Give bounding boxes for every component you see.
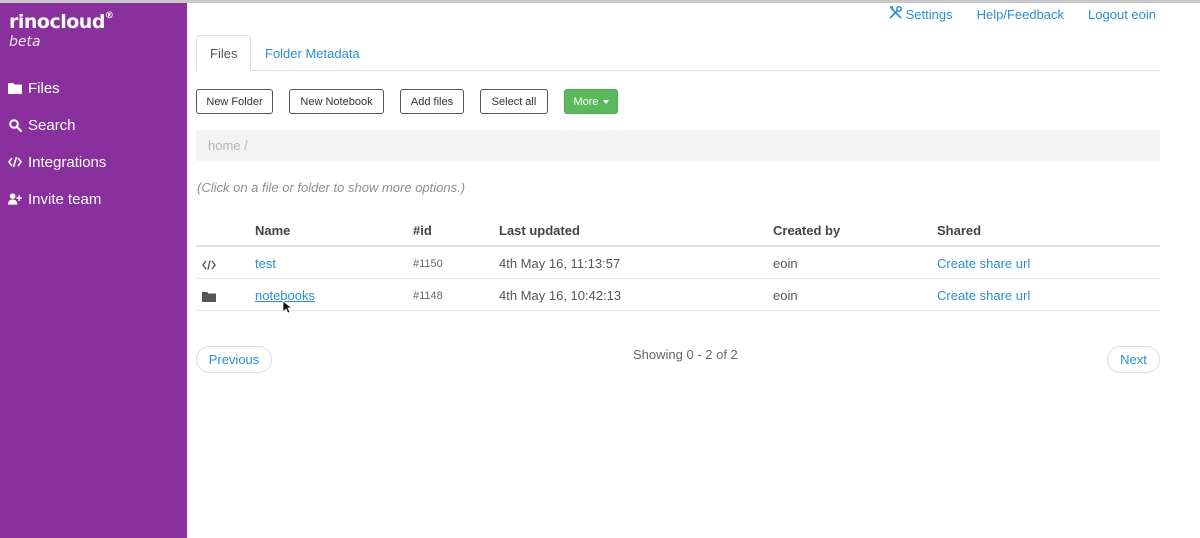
new-notebook-button[interactable]: New Notebook (289, 89, 384, 114)
code-icon (8, 155, 22, 169)
table-row[interactable]: test #1150 4th May 16, 11:13:57 eoin Cre… (196, 247, 1160, 279)
add-files-button[interactable]: Add files (400, 89, 464, 114)
more-dropdown-button[interactable]: More (564, 89, 618, 114)
table-row[interactable]: notebooks #1148 4th May 16, 10:42:13 eoi… (196, 279, 1160, 311)
code-icon (202, 257, 218, 270)
column-header-created-by[interactable]: Created by (773, 223, 840, 238)
tools-icon (888, 6, 902, 22)
sidebar-item-invite-team[interactable]: Invite team (8, 188, 101, 210)
settings-link[interactable]: Settings (888, 6, 953, 22)
column-header-shared[interactable]: Shared (937, 223, 981, 238)
table-header: Name #id Last updated Created by Shared (196, 215, 1160, 247)
folder-icon (202, 289, 218, 302)
select-all-button[interactable]: Select all (480, 89, 548, 114)
next-page-button[interactable]: Next (1107, 346, 1160, 373)
folder-icon (8, 81, 22, 95)
logo-text: rinocloud (9, 11, 105, 33)
help-feedback-link[interactable]: Help/Feedback (977, 6, 1064, 22)
file-last-updated: 4th May 16, 10:42:13 (499, 288, 622, 303)
logout-link[interactable]: Logout eoin (1088, 6, 1156, 22)
sidebar-item-integrations[interactable]: Integrations (8, 151, 106, 173)
create-share-url-link[interactable]: Create share url (937, 256, 1030, 271)
beta-label: beta (9, 34, 41, 50)
header-links: Settings Help/Feedback Logout eoin (888, 6, 1156, 22)
tab-bar: Files Folder Metadata (196, 35, 1160, 71)
sidebar-item-label: Integrations (28, 153, 107, 171)
mouse-cursor-icon (282, 300, 294, 319)
sidebar-item-label: Search (28, 116, 76, 134)
create-share-url-link[interactable]: Create share url (937, 288, 1030, 303)
search-icon (8, 118, 22, 132)
new-folder-button[interactable]: New Folder (196, 89, 273, 114)
file-id: #1150 (413, 258, 443, 270)
column-header-id[interactable]: #id (413, 223, 432, 238)
sidebar-item-search[interactable]: Search (8, 114, 76, 136)
settings-label: Settings (905, 6, 953, 22)
logo[interactable]: rinocloud® (9, 11, 114, 33)
breadcrumb: home / (196, 130, 1160, 161)
more-label: More (573, 95, 599, 108)
file-name-link[interactable]: test (255, 256, 276, 271)
column-header-last-updated[interactable]: Last updated (499, 223, 580, 238)
help-hint: (Click on a file or folder to show more … (197, 180, 466, 195)
file-created-by: eoin (773, 256, 798, 271)
file-created-by: eoin (773, 288, 798, 303)
sidebar-item-label: Files (28, 79, 60, 97)
tab-folder-metadata[interactable]: Folder Metadata (252, 35, 373, 71)
column-header-name[interactable]: Name (255, 223, 290, 238)
previous-page-button[interactable]: Previous (196, 346, 272, 373)
breadcrumb-home[interactable]: home / (208, 138, 248, 153)
add-user-icon (8, 192, 22, 206)
sidebar-item-files[interactable]: Files (8, 77, 60, 99)
caret-down-icon (602, 99, 609, 104)
tab-files[interactable]: Files (196, 35, 252, 71)
file-id: #1148 (413, 290, 443, 302)
pagination-status: Showing 0 - 2 of 2 (633, 347, 738, 362)
sidebar: rinocloud® beta Files Search Integration… (0, 3, 187, 538)
files-table: Name #id Last updated Created by Shared … (196, 215, 1160, 311)
file-last-updated: 4th May 16, 11:13:57 (499, 256, 621, 271)
sidebar-item-label: Invite team (28, 190, 102, 208)
logo-trademark: ® (104, 11, 114, 21)
